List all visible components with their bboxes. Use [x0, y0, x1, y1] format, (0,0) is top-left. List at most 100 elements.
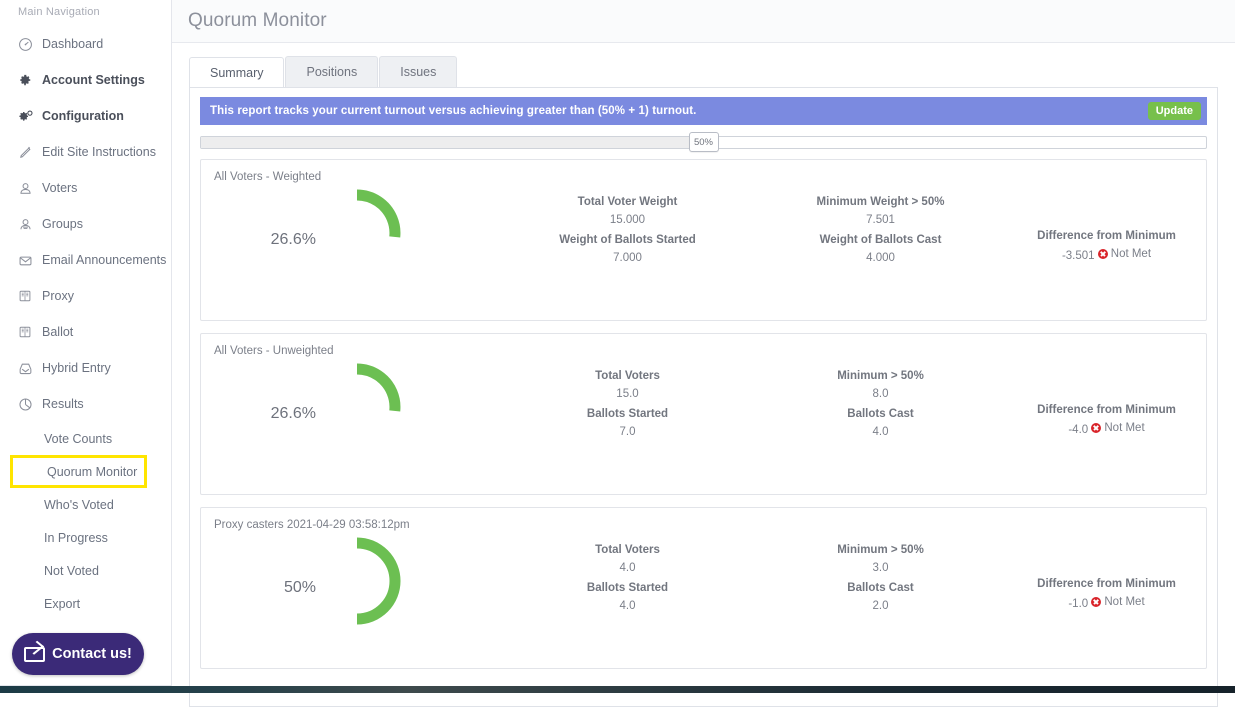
difference-column: Difference from Minimum -4.0 Not Met	[1007, 357, 1206, 441]
x-circle-icon	[1091, 597, 1102, 607]
stat-key: Weight of Ballots Cast	[819, 234, 942, 246]
status-badge: Not Met	[1097, 245, 1152, 263]
tab-label: Summary	[210, 66, 264, 80]
status-label: Not Met	[1104, 422, 1145, 434]
stat-key: Total Voter Weight	[577, 196, 678, 208]
sidebar: Main Navigation Dashboard Account Settin…	[0, 0, 172, 686]
card-title: All Voters - Unweighted	[214, 345, 334, 357]
stat-value: 4.0	[872, 426, 889, 438]
card-body: 26.6% Total Voter Weight 15.000 Weight o…	[201, 183, 1206, 303]
app-window: Main Navigation Dashboard Account Settin…	[0, 0, 1235, 707]
sidebar-item-results[interactable]: Results	[0, 386, 171, 422]
slider-handle[interactable]: 50%	[688, 132, 719, 152]
difference-value-row: -4.0 Not Met	[1007, 419, 1206, 439]
stat-value: 8.0	[872, 388, 889, 400]
sidebar-item-label: Hybrid Entry	[42, 361, 111, 375]
info-banner: This report tracks your current turnout …	[200, 97, 1207, 125]
slider-fill	[201, 136, 704, 148]
stat-value: 7.000	[613, 252, 642, 264]
sidebar-subitem-label: Vote Counts	[44, 431, 113, 446]
users-icon	[18, 216, 40, 232]
threshold-slider[interactable]: 50%	[200, 132, 1207, 152]
sidebar-item-edit-site-instructions[interactable]: Edit Site Instructions	[0, 134, 171, 170]
stat-value: 7.501	[866, 214, 895, 226]
sidebar-item-configuration[interactable]: Configuration	[0, 98, 171, 134]
tab-summary[interactable]: Summary	[189, 57, 285, 88]
page-title: Quorum Monitor	[188, 10, 327, 31]
tab-label: Issues	[400, 65, 437, 79]
sidebar-item-account-settings[interactable]: Account Settings	[0, 62, 171, 98]
sidebar-item-label: Email Announcements	[42, 253, 167, 267]
difference-value: -3.501	[1061, 250, 1095, 262]
book-icon	[18, 324, 40, 340]
stat-key: Ballots Started	[586, 408, 669, 420]
stat-key: Ballots Cast	[847, 582, 914, 594]
card-title: All Voters - Weighted	[214, 171, 322, 183]
sidebar-subitem-vote-counts[interactable]: Vote Counts	[0, 422, 171, 455]
sidebar-item-groups[interactable]: Groups	[0, 206, 171, 242]
envelope-icon	[24, 646, 46, 662]
gauge-percent-label: 26.6%	[270, 231, 316, 248]
turnout-gauge	[311, 187, 403, 279]
turnout-gauge	[311, 535, 403, 627]
sidebar-subitem-label: Export	[44, 596, 81, 611]
summary-panel: This report tracks your current turnout …	[189, 87, 1218, 707]
sidebar-item-email-announcements[interactable]: Email Announcements	[0, 242, 171, 278]
turnout-gauge	[311, 361, 403, 453]
sidebar-subitem-export[interactable]: Export	[0, 587, 171, 620]
stat-key: Total Voters	[595, 370, 660, 382]
contact-us-label: Contact us!	[52, 646, 132, 662]
stat-value: 2.0	[872, 600, 889, 612]
stat-key: Minimum Weight > 50%	[816, 196, 945, 208]
gauge-percent-label: 50%	[283, 579, 316, 596]
quorum-card: All Voters - Weighted 26.6% Total Voter …	[200, 159, 1207, 321]
sidebar-subitem-label: Not Voted	[44, 563, 99, 578]
desktop-wallpaper-strip	[0, 686, 1235, 693]
stat-value: 7.0	[619, 426, 636, 438]
x-circle-icon	[1097, 249, 1108, 259]
sidebar-subitem-not-voted[interactable]: Not Voted	[0, 554, 171, 587]
contact-us-button[interactable]: Contact us!	[12, 633, 144, 675]
difference-column: Difference from Minimum -1.0 Not Met	[1007, 531, 1206, 615]
quorum-monitor-highlight-annotation: Quorum Monitor	[10, 455, 147, 488]
sidebar-item-label: Results	[42, 397, 84, 411]
gauge-cell: 26.6%	[201, 357, 501, 477]
difference-key: Difference from Minimum	[1037, 404, 1176, 416]
info-banner-text: This report tracks your current turnout …	[210, 105, 697, 117]
card-body: 50% Total Voters 4.0 Ballots Started 4.0…	[201, 531, 1206, 651]
difference-value: -4.0	[1068, 424, 1089, 436]
tab-issues[interactable]: Issues	[379, 56, 458, 87]
sidebar-item-voters[interactable]: Voters	[0, 170, 171, 206]
sidebar-item-label: Proxy	[42, 289, 74, 303]
update-button[interactable]: Update	[1147, 102, 1201, 120]
sidebar-subitem-whos-voted[interactable]: Who's Voted	[0, 488, 171, 521]
gear-icon	[18, 72, 40, 88]
sidebar-item-proxy[interactable]: Proxy	[0, 278, 171, 314]
pencil-icon	[18, 144, 40, 160]
tab-positions[interactable]: Positions	[285, 56, 379, 87]
difference-key: Difference from Minimum	[1037, 578, 1176, 590]
stat-value: 3.0	[872, 562, 889, 574]
sidebar-item-hybrid-entry[interactable]: Hybrid Entry	[0, 350, 171, 386]
sidebar-item-label: Configuration	[42, 109, 124, 123]
stat-value: 15.0	[616, 388, 639, 400]
quorum-card: All Voters - Unweighted 26.6% Total Vote…	[200, 333, 1207, 495]
stat-value: 15.000	[609, 214, 646, 226]
stat-key: Minimum > 50%	[837, 544, 924, 556]
difference-column: Difference from Minimum -3.501 Not Met	[1007, 183, 1206, 267]
card-body: 26.6% Total Voters 15.0 Ballots Started …	[201, 357, 1206, 477]
status-label: Not Met	[1110, 248, 1152, 260]
stat-key: Minimum > 50%	[837, 370, 924, 382]
sidebar-item-label: Edit Site Instructions	[42, 145, 156, 159]
gauge-percent-label: 26.6%	[270, 405, 316, 422]
stat-column-2: Minimum Weight > 50% 7.501 Weight of Bal…	[754, 183, 1007, 269]
sidebar-item-label: Groups	[42, 217, 83, 231]
stat-key: Weight of Ballots Started	[559, 234, 696, 246]
sidebar-subitem-quorum-monitor[interactable]: Quorum Monitor	[13, 458, 144, 485]
stat-column-1: Total Voter Weight 15.000 Weight of Ball…	[501, 183, 754, 269]
sidebar-subitem-label: Who's Voted	[44, 497, 114, 512]
sidebar-item-ballot[interactable]: Ballot	[0, 314, 171, 350]
sidebar-subitem-in-progress[interactable]: In Progress	[0, 521, 171, 554]
sidebar-item-dashboard[interactable]: Dashboard	[0, 26, 171, 62]
sidebar-item-label: Dashboard	[42, 37, 104, 51]
